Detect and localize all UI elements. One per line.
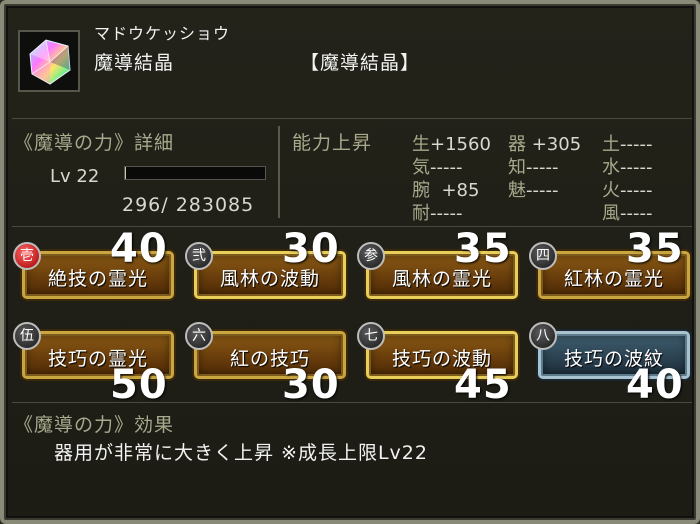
effect-title: 《魔導の力》効果 — [14, 414, 175, 436]
item-furigana: マドウケッショウ — [94, 24, 231, 43]
divider — [12, 402, 692, 403]
stat-wind: 風----- — [602, 203, 653, 224]
item-bracket-name: 【魔導結晶】 — [300, 52, 421, 74]
xp-bar — [124, 166, 266, 180]
item-name: 魔導結晶 — [94, 52, 175, 74]
stat-endurance: 耐----- — [412, 203, 463, 224]
detail-title: 《魔導の力》詳細 — [14, 132, 175, 154]
item-detail-window: マドウケッショウ 魔導結晶 【魔導結晶】 《魔導の力》詳細 Lv 22 296/… — [0, 0, 700, 524]
skill-value-3: 35 — [454, 226, 512, 272]
level-label: Lv 22 — [50, 166, 100, 187]
skill-value-1: 40 — [110, 226, 168, 272]
skill-value-4: 35 — [626, 226, 684, 272]
effect-text: 器用が非常に大きく上昇 ※成長上限Lv22 — [54, 442, 428, 464]
stat-charm: 魅----- — [508, 180, 559, 201]
skill-value-2: 30 — [282, 226, 340, 272]
ability-title: 能力上昇 — [292, 132, 373, 154]
vertical-divider — [278, 126, 280, 218]
xp-text: 296/ 283085 — [122, 194, 255, 216]
divider — [12, 118, 692, 119]
crystal-icon — [18, 30, 80, 92]
